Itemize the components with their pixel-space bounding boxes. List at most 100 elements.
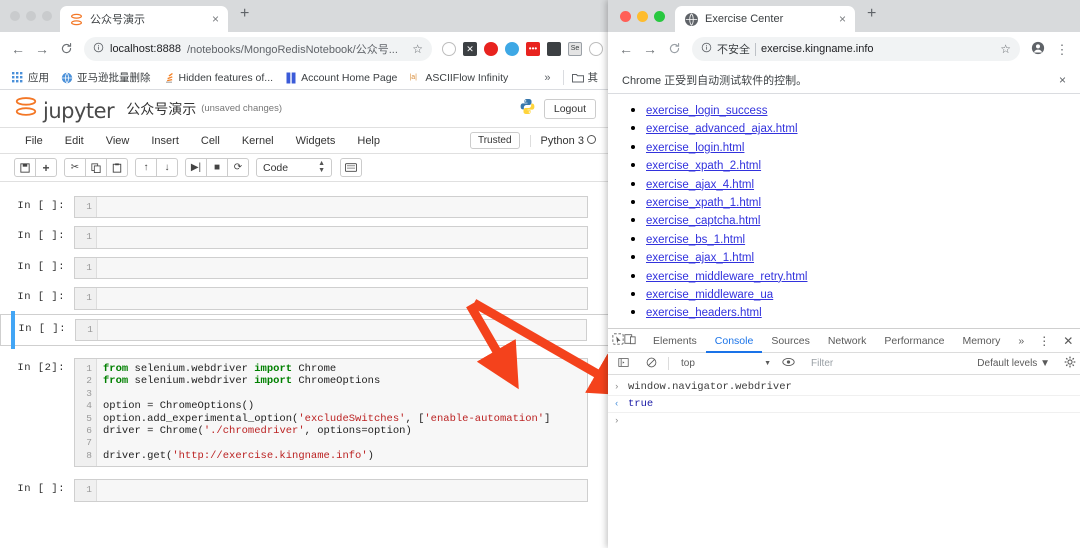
close-window-button[interactable] bbox=[10, 11, 20, 21]
notebook-cell[interactable]: In [ ]: 1 bbox=[0, 196, 610, 219]
console-input-row[interactable]: › window.navigator.webdriver bbox=[608, 379, 1080, 396]
stop-icon[interactable]: ■ bbox=[206, 158, 228, 177]
cell-input[interactable]: 1 bbox=[75, 318, 587, 342]
close-tab-button[interactable]: × bbox=[209, 13, 222, 25]
code-editor[interactable] bbox=[97, 258, 587, 278]
console-sidebar-icon[interactable] bbox=[612, 357, 634, 371]
info-icon[interactable] bbox=[701, 42, 712, 56]
console-context-select[interactable]: top ▼ bbox=[675, 358, 771, 369]
bookmark-other-folder[interactable]: 其 bbox=[562, 70, 603, 85]
devtools-tabs-overflow[interactable]: » bbox=[1009, 329, 1033, 353]
code-editor[interactable] bbox=[97, 288, 587, 308]
notebook-cell[interactable]: In [ ]: 1 bbox=[0, 479, 610, 502]
bookmark-asciiflow[interactable]: |a| ASCIIFlow Infinity bbox=[405, 72, 512, 84]
exercise-link[interactable]: exercise_ajax_4.html bbox=[646, 179, 754, 191]
bookmark-apps[interactable]: 应用 bbox=[8, 70, 53, 85]
extension-opera-icon[interactable] bbox=[484, 42, 498, 56]
devtools-tab-network[interactable]: Network bbox=[819, 329, 876, 353]
close-window-button[interactable] bbox=[620, 10, 631, 22]
menu-help[interactable]: Help bbox=[346, 135, 391, 147]
menu-kernel[interactable]: Kernel bbox=[231, 135, 285, 147]
exercise-link[interactable]: exercise_headers.html bbox=[646, 307, 762, 319]
extension-twitter-icon[interactable] bbox=[505, 42, 519, 56]
paste-icon[interactable] bbox=[106, 158, 128, 177]
notebook-code-cell[interactable]: In [2]: 12345678 from selenium.webdriver… bbox=[0, 358, 610, 468]
address-bar[interactable]: 不安全 exercise.kingname.info ☆ bbox=[692, 37, 1020, 61]
maximize-window-button[interactable] bbox=[42, 11, 52, 21]
exercise-link[interactable]: exercise_middleware_ua bbox=[646, 289, 773, 301]
notebook-cell[interactable]: In [ ]: 1 bbox=[0, 287, 610, 310]
inspect-cursor-icon[interactable] bbox=[612, 333, 624, 348]
exercise-link[interactable]: exercise_login.html bbox=[646, 142, 744, 154]
browser-tab-jupyter[interactable]: 公众号演示 × bbox=[60, 6, 228, 32]
devtools-tab-performance[interactable]: Performance bbox=[875, 329, 953, 353]
address-bar[interactable]: localhost:8888/notebooks/MongoRedisNoteb… bbox=[84, 37, 432, 61]
menu-edit[interactable]: Edit bbox=[54, 135, 95, 147]
menu-view[interactable]: View bbox=[95, 135, 141, 147]
code-editor[interactable]: from selenium.webdriver import Chrome fro… bbox=[97, 359, 587, 466]
kebab-menu-icon[interactable]: ⋮ bbox=[1033, 334, 1055, 348]
cell-input[interactable]: 1 bbox=[74, 196, 588, 219]
code-editor[interactable] bbox=[97, 480, 587, 500]
bookmark-star-icon[interactable]: ☆ bbox=[412, 42, 423, 56]
code-editor[interactable] bbox=[97, 227, 587, 247]
cell-input[interactable]: 1 bbox=[74, 479, 588, 502]
restart-icon[interactable]: ⟳ bbox=[227, 158, 249, 177]
exercise-link[interactable]: exercise_ajax_1.html bbox=[646, 252, 754, 264]
minimize-window-button[interactable] bbox=[26, 11, 36, 21]
logout-button[interactable]: Logout bbox=[543, 98, 596, 119]
bookmark-amazon-batch-delete[interactable]: 亚马逊批量删除 bbox=[57, 70, 155, 85]
bookmark-account-home-page[interactable]: Account Home Page bbox=[281, 72, 401, 84]
new-tab-button[interactable]: + bbox=[228, 6, 259, 26]
close-icon[interactable]: ✕ bbox=[1057, 334, 1079, 348]
extension-bookmark-icon[interactable] bbox=[547, 42, 561, 56]
exercise-link[interactable]: exercise_xpath_1.html bbox=[646, 197, 761, 209]
extension-cut-icon[interactable] bbox=[589, 42, 603, 56]
new-tab-button[interactable]: + bbox=[855, 6, 886, 26]
extension-dots-icon[interactable]: ••• bbox=[526, 42, 540, 56]
device-toolbar-icon[interactable] bbox=[624, 333, 636, 348]
jupyter-logo[interactable]: jupyter bbox=[14, 94, 115, 123]
exercise-link[interactable]: exercise_captcha.html bbox=[646, 215, 760, 227]
right-window-controls[interactable] bbox=[616, 0, 675, 32]
exercise-link[interactable]: exercise_bs_1.html bbox=[646, 234, 745, 246]
maximize-window-button[interactable] bbox=[654, 10, 665, 22]
command-palette-icon[interactable] bbox=[340, 158, 362, 177]
kebab-menu-icon[interactable]: ⋮ bbox=[1051, 43, 1073, 56]
menu-insert[interactable]: Insert bbox=[140, 135, 190, 147]
exercise-link[interactable]: exercise_login_success bbox=[646, 105, 767, 117]
cell-input[interactable]: 12345678 from selenium.webdriver import … bbox=[74, 358, 588, 468]
code-editor[interactable] bbox=[98, 320, 586, 340]
left-window-controls[interactable] bbox=[8, 0, 60, 32]
bookmark-hidden-features[interactable]: Hidden features of... bbox=[159, 72, 278, 84]
cut-icon[interactable]: ✂ bbox=[64, 158, 86, 177]
info-icon[interactable] bbox=[93, 42, 104, 56]
back-button[interactable]: ← bbox=[615, 42, 637, 56]
menu-file[interactable]: File bbox=[14, 135, 54, 147]
extension-x-icon[interactable]: ✕ bbox=[463, 42, 477, 56]
forward-button[interactable]: → bbox=[31, 42, 53, 56]
extension-selenium-icon[interactable]: Se bbox=[568, 42, 582, 56]
run-icon[interactable]: ▶| bbox=[185, 158, 207, 177]
cell-input[interactable]: 1 bbox=[74, 287, 588, 310]
account-icon[interactable] bbox=[1027, 41, 1049, 57]
move-up-icon[interactable]: ↑ bbox=[135, 158, 157, 177]
menu-widgets[interactable]: Widgets bbox=[285, 135, 347, 147]
forward-button[interactable]: → bbox=[639, 42, 661, 56]
devtools-tab-elements[interactable]: Elements bbox=[644, 329, 706, 353]
trusted-badge[interactable]: Trusted bbox=[469, 132, 520, 149]
reload-button[interactable] bbox=[55, 42, 77, 57]
browser-tab-exercise-center[interactable]: Exercise Center × bbox=[675, 6, 855, 32]
cell-input[interactable]: 1 bbox=[74, 226, 588, 249]
save-icon[interactable] bbox=[14, 158, 36, 177]
console-filter-input[interactable]: Filter bbox=[805, 358, 935, 369]
console-prompt-row[interactable]: › bbox=[608, 413, 1080, 429]
exercise-link[interactable]: exercise_xpath_2.html bbox=[646, 160, 761, 172]
move-down-icon[interactable]: ↓ bbox=[156, 158, 178, 177]
minimize-window-button[interactable] bbox=[637, 10, 648, 22]
console-levels-select[interactable]: Default levels ▼ bbox=[977, 358, 1050, 369]
notebook-cell[interactable]: In [ ]: 1 bbox=[0, 256, 610, 280]
exercise-link[interactable]: exercise_middleware_retry.html bbox=[646, 271, 807, 283]
exercise-link[interactable]: exercise_advanced_ajax.html bbox=[646, 123, 798, 135]
cell-input[interactable]: 1 bbox=[74, 256, 588, 280]
